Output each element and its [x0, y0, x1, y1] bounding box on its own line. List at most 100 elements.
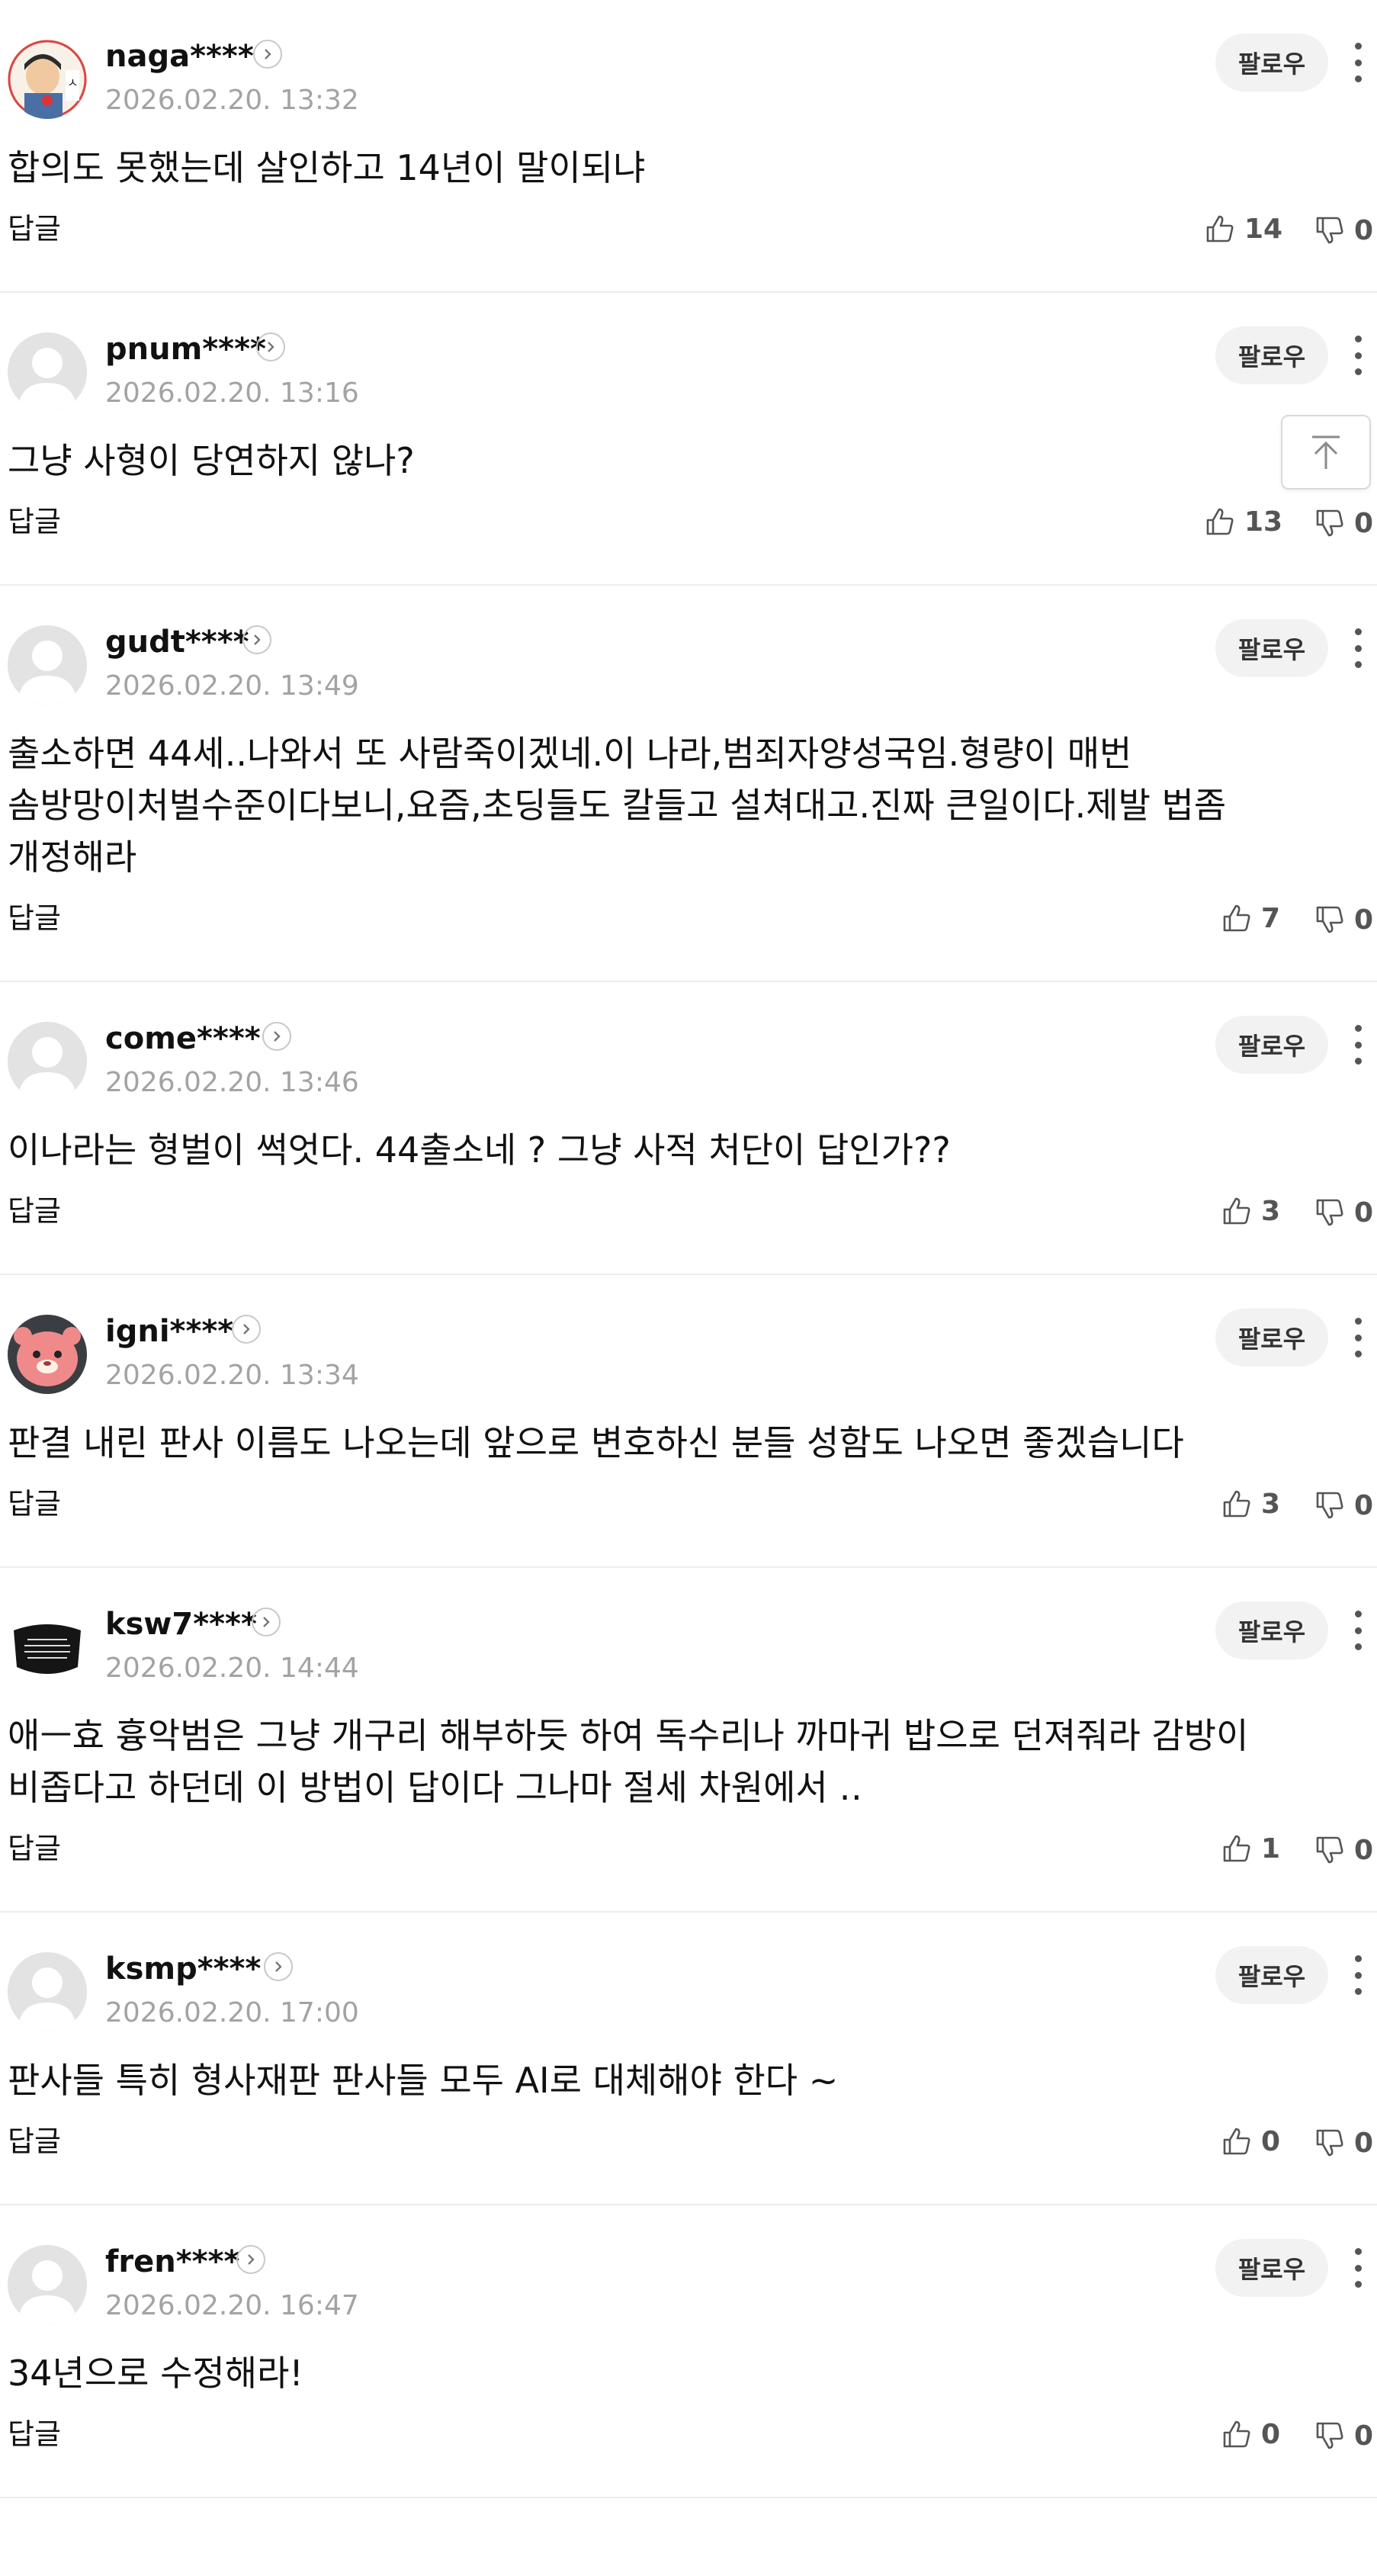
dislike-button[interactable]: 0 [1313, 212, 1373, 249]
follow-button[interactable]: 팔로우 [1215, 34, 1328, 92]
like-button[interactable]: 7 [1220, 900, 1280, 936]
like-button[interactable]: 3 [1220, 1486, 1280, 1522]
reply-button[interactable]: 답글 [8, 210, 61, 247]
comment-username[interactable]: ksmp**** [105, 1951, 261, 1987]
reply-button[interactable]: 답글 [8, 1486, 61, 1522]
chevron-right-icon [268, 342, 274, 352]
dislike-button[interactable]: 0 [1313, 901, 1373, 938]
follow-button[interactable]: 팔로우 [1215, 1946, 1328, 2004]
reply-button[interactable]: 답글 [8, 900, 61, 936]
follow-button[interactable]: 팔로우 [1215, 1601, 1328, 1659]
follow-button[interactable]: 팔로우 [1215, 2239, 1328, 2297]
dislike-count: 0 [1354, 507, 1374, 539]
like-count: 13 [1244, 506, 1283, 538]
profile-link-button[interactable] [252, 1608, 281, 1636]
like-button[interactable]: 1 [1220, 1830, 1280, 1867]
avatar[interactable] [8, 625, 87, 705]
more-options-button[interactable] [1347, 1952, 1369, 1998]
avatar[interactable] [8, 1608, 87, 1687]
more-options-button[interactable] [1347, 1608, 1369, 1653]
profile-link-button[interactable] [242, 625, 271, 654]
thumbs-down-icon [1316, 1199, 1343, 1226]
avatar[interactable]: ㅅ [8, 40, 87, 119]
like-count: 0 [1261, 2125, 1281, 2157]
comment-item: come**** 2026.02.20. 13:46 팔로우 이나라는 형벌이 썩엇다… [0, 982, 1377, 1275]
more-options-button[interactable] [1347, 1022, 1369, 1068]
reply-button[interactable]: 답글 [8, 503, 61, 540]
profile-link-button[interactable] [236, 2245, 265, 2274]
more-vertical-icon [1354, 43, 1362, 50]
reply-button[interactable]: 답글 [8, 2416, 61, 2452]
follow-button[interactable]: 팔로우 [1215, 326, 1328, 384]
follow-button[interactable]: 팔로우 [1215, 1016, 1328, 1074]
avatar[interactable] [8, 2245, 87, 2324]
more-vertical-icon [1354, 628, 1362, 635]
like-button[interactable]: 13 [1203, 503, 1282, 540]
comment-username[interactable]: fren**** [105, 2244, 239, 2280]
dislike-button[interactable]: 0 [1313, 505, 1373, 541]
more-options-button[interactable] [1347, 1315, 1369, 1360]
avatar[interactable] [8, 1022, 87, 1101]
dislike-count: 0 [1354, 1834, 1374, 1866]
like-button[interactable]: 0 [1220, 2416, 1280, 2452]
more-options-button[interactable] [1347, 625, 1369, 671]
like-count: 14 [1244, 213, 1283, 245]
chevron-right-icon [254, 634, 261, 645]
like-button[interactable]: 3 [1220, 1193, 1280, 1229]
reply-button[interactable]: 답글 [8, 1830, 61, 1867]
chevron-right-icon [265, 49, 271, 59]
like-button[interactable]: 14 [1203, 210, 1282, 247]
thumbs-up-icon [1223, 1197, 1250, 1225]
more-vertical-icon [1354, 1025, 1362, 1032]
more-options-button[interactable] [1347, 2245, 1369, 2291]
dislike-button[interactable]: 0 [1313, 1487, 1373, 1524]
thumbs-up-icon [1206, 508, 1234, 535]
comment-username[interactable]: igni**** [105, 1313, 233, 1350]
profile-link-button[interactable] [232, 1315, 261, 1344]
comment-timestamp: 2026.02.20. 13:34 [105, 1360, 359, 1391]
avatar[interactable] [8, 1315, 87, 1394]
profile-link-button[interactable] [262, 1022, 291, 1051]
profile-link-button[interactable] [264, 1952, 293, 1981]
scroll-to-top-button[interactable] [1281, 415, 1371, 490]
comment-item: gudt**** 2026.02.20. 13:49 팔로우 출소하면 44세..나와… [0, 586, 1377, 982]
like-button[interactable]: 0 [1220, 2123, 1280, 2160]
more-vertical-icon [1354, 1611, 1362, 1617]
dislike-button[interactable]: 0 [1313, 2417, 1373, 2454]
like-count: 3 [1261, 1195, 1281, 1227]
avatar[interactable] [8, 1952, 87, 2032]
chevron-right-icon [243, 1324, 250, 1335]
more-options-button[interactable] [1347, 332, 1369, 378]
comment-username[interactable]: naga**** [105, 38, 254, 75]
avatar[interactable] [8, 332, 87, 412]
like-count: 3 [1261, 1488, 1281, 1520]
thumbs-down-icon [1316, 2422, 1343, 2449]
comment-list: ㅅ naga**** 2026.02.20. 13:32 팔로우 합의도 못했는데 살인… [0, 0, 1377, 2498]
thumbs-up-icon [1223, 1490, 1250, 1518]
comment-username[interactable]: gudt**** [105, 624, 249, 660]
profile-link-button[interactable] [253, 40, 282, 69]
more-vertical-icon [1354, 1318, 1362, 1325]
follow-button[interactable]: 팔로우 [1215, 619, 1328, 677]
profile-link-button[interactable] [256, 332, 285, 361]
comment-item: ksw7**** 2026.02.20. 14:44 팔로우 애ㅡ효 흉악범은 그냥 … [0, 1568, 1377, 1913]
dislike-button[interactable]: 0 [1313, 2125, 1373, 2161]
comment-timestamp: 2026.02.20. 13:16 [105, 377, 359, 409]
more-options-button[interactable] [1347, 40, 1369, 85]
comment-username[interactable]: pnum**** [105, 331, 266, 368]
like-count: 1 [1261, 1832, 1281, 1865]
follow-button[interactable]: 팔로우 [1215, 1309, 1328, 1367]
dislike-count: 0 [1354, 904, 1374, 936]
comment-timestamp: 2026.02.20. 13:32 [105, 85, 359, 116]
reply-button[interactable]: 답글 [8, 1193, 61, 1229]
dislike-count: 0 [1354, 1489, 1374, 1521]
comment-username[interactable]: ksw7**** [105, 1606, 257, 1643]
comment-text: 판결 내린 판사 이름도 나오는데 앞으로 변호하신 분들 성함도 나오면 좋겠… [8, 1422, 1184, 1463]
dislike-button[interactable]: 0 [1313, 1832, 1373, 1868]
comment-text: 이나라는 형벌이 썩엇다. 44출소네 ? 그냥 사적 처단이 답인가?? [8, 1129, 951, 1171]
thumbs-down-icon [1316, 1836, 1343, 1864]
comment-username[interactable]: come**** [105, 1020, 261, 1057]
reply-button[interactable]: 답글 [8, 2123, 61, 2160]
dislike-button[interactable]: 0 [1313, 1194, 1373, 1231]
dislike-count: 0 [1354, 2127, 1374, 2159]
